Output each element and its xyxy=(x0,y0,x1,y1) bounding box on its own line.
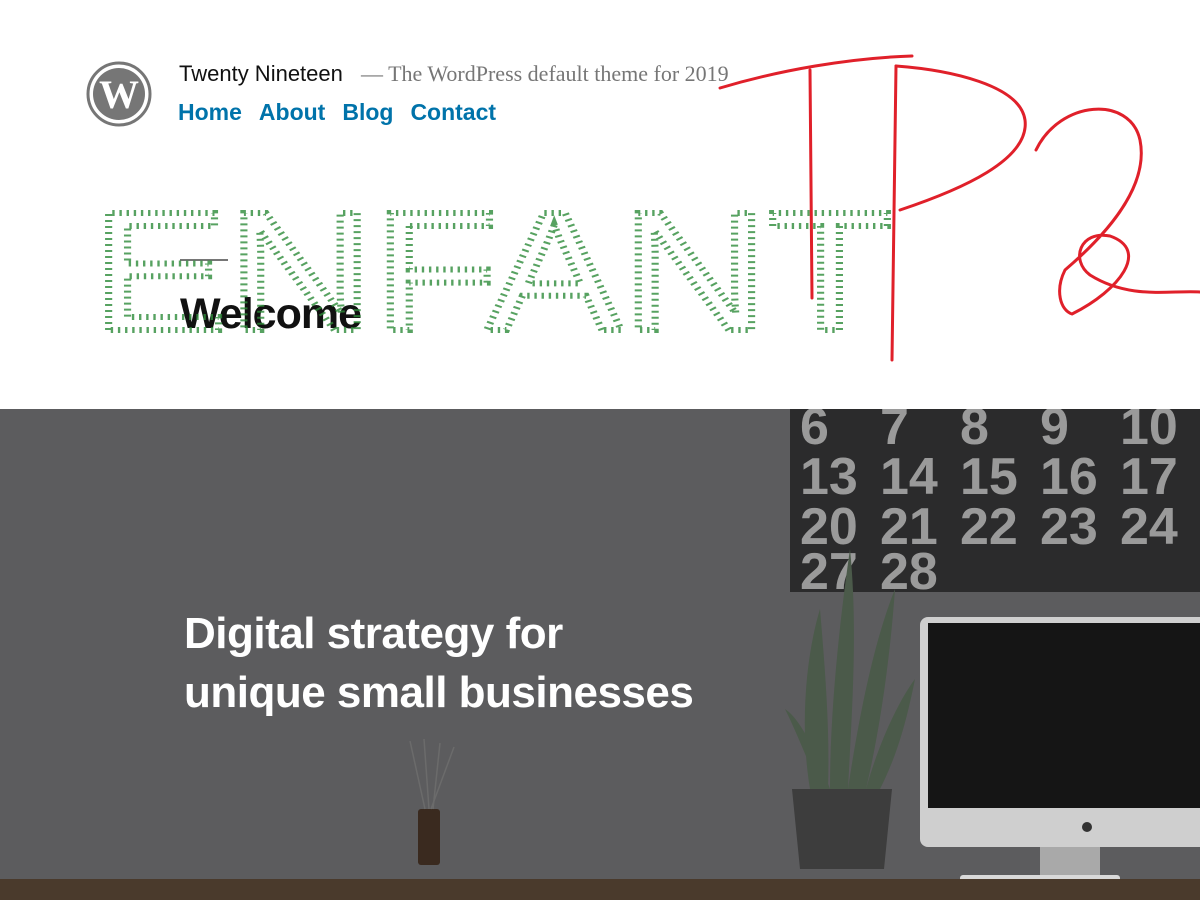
hero-heading-line-2: unique small businesses xyxy=(184,668,694,717)
wordpress-logo-icon: W xyxy=(86,61,152,127)
nav-item-blog[interactable]: Blog xyxy=(342,99,393,126)
main-navigation: Home About Blog Contact xyxy=(178,99,496,126)
nav-item-about[interactable]: About xyxy=(259,99,325,126)
page-title: Welcome xyxy=(180,290,362,338)
title-divider xyxy=(180,259,228,261)
nav-item-home[interactable]: Home xyxy=(178,99,242,126)
site-logo[interactable]: W xyxy=(86,61,152,127)
hero-heading: Digital strategy for unique small busine… xyxy=(184,604,804,722)
hero-heading-line-1: Digital strategy for xyxy=(184,609,563,658)
red-drawn-text xyxy=(718,54,1200,362)
calendar-number: 23 xyxy=(1040,498,1098,556)
calendar-number: 28 xyxy=(880,543,938,601)
calendar-number: 24 xyxy=(1120,498,1178,556)
svg-text:W: W xyxy=(99,72,139,117)
site-title[interactable]: Twenty Nineteen xyxy=(179,61,343,87)
site-description: — The WordPress default theme for 2019 xyxy=(361,61,729,86)
nav-item-contact[interactable]: Contact xyxy=(410,99,496,126)
hero-section: 6 7 8 9 10 13 14 15 16 17 20 21 22 23 24 27 28 Digita xyxy=(0,409,1200,900)
calendar-number: 22 xyxy=(960,498,1018,556)
